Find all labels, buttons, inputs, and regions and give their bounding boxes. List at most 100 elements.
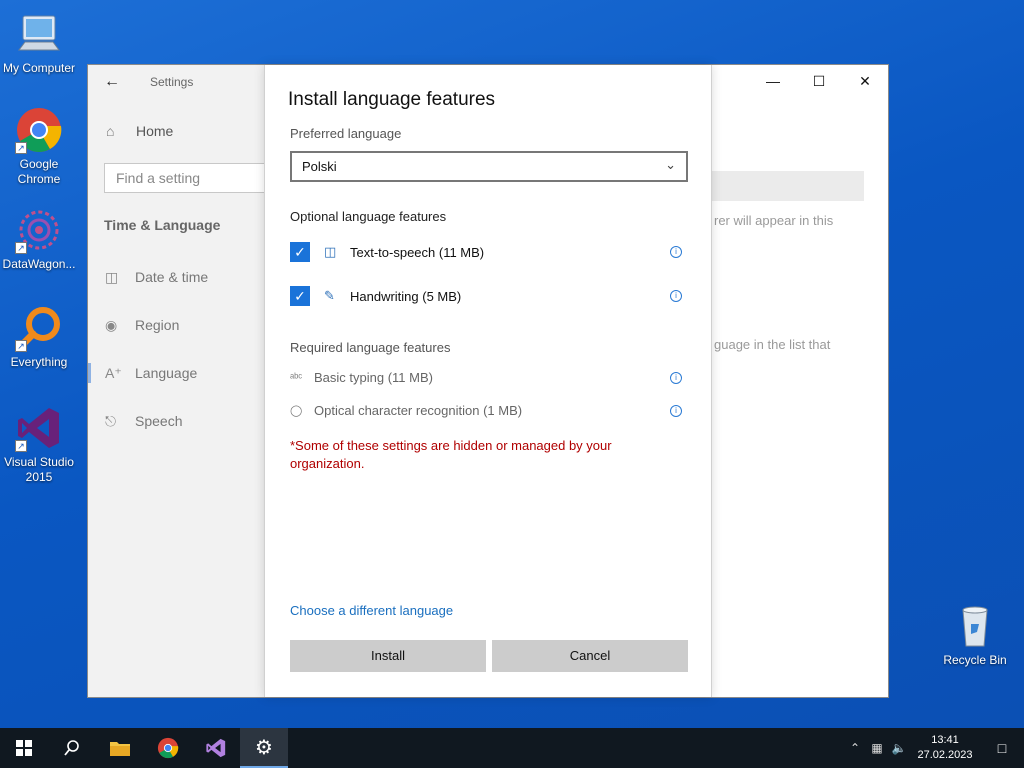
volume-icon[interactable]: 🔈	[888, 741, 910, 755]
globe-icon: ◉	[105, 316, 118, 333]
maximize-icon: ☐	[812, 72, 826, 89]
desktop-icon-label: Visual Studio 2015	[4, 455, 74, 484]
info-icon[interactable]: i	[670, 404, 682, 417]
search-placeholder: Find a setting	[116, 170, 201, 186]
chrome-icon	[157, 737, 179, 759]
network-icon[interactable]: ▦	[866, 741, 888, 755]
desktop-icon-visual-studio[interactable]: ↗ Visual Studio 2015	[0, 404, 78, 485]
install-button[interactable]: Install	[290, 640, 486, 672]
clock-date: 27.02.2023	[917, 749, 973, 761]
close-icon: ✕	[859, 72, 871, 89]
gear-icon: ⚙	[255, 736, 273, 759]
recycle-bin-icon	[951, 602, 999, 650]
optional-features-heading: Optional language features	[290, 209, 447, 224]
language-icon: A⁺	[105, 364, 122, 381]
required-features-heading: Required language features	[290, 340, 451, 355]
info-icon[interactable]: i	[670, 371, 682, 384]
info-icon[interactable]: i	[670, 246, 682, 258]
sidebar-item-region[interactable]: ◉ Region	[88, 301, 265, 349]
typing-abc-icon: ᵃᵇᶜ	[290, 371, 303, 384]
chevron-up-icon[interactable]: ⌃	[844, 741, 866, 755]
desktop-icon-recycle-bin[interactable]: Recycle Bin	[936, 602, 1014, 668]
desktop-icon-datawagon[interactable]: ↗ DataWagon...	[0, 206, 78, 272]
feature-label: Optical character recognition (1 MB)	[314, 403, 523, 418]
sidebar-item-date-time[interactable]: ◫ Date & time	[88, 253, 265, 301]
taskbar-clock[interactable]: 13:41 27.02.2023	[910, 733, 980, 763]
search-input[interactable]: Find a setting	[104, 163, 274, 193]
managed-settings-notice: *Some of these settings are hidden or ma…	[290, 438, 612, 471]
visual-studio-icon	[206, 738, 226, 758]
folder-icon	[110, 742, 130, 756]
settings-header: ← Settings	[88, 65, 265, 99]
clock-time: 13:41	[931, 734, 959, 746]
desktop-icon-label: Everything	[10, 355, 68, 369]
desktop-icon-label: Google Chrome	[17, 157, 61, 186]
everything-search-icon: ↗	[15, 304, 63, 352]
shortcut-arrow-icon: ↗	[15, 142, 27, 154]
close-button[interactable]: ✕	[842, 65, 888, 97]
computer-icon	[15, 10, 63, 58]
taskbar-file-explorer[interactable]	[96, 728, 144, 768]
back-arrow-icon[interactable]: ←	[104, 73, 134, 91]
desktop-icon-everything[interactable]: ↗ Everything	[0, 304, 78, 370]
system-tray: ⌃ ▦ 🔈 13:41 27.02.2023 □	[844, 728, 1024, 768]
cancel-button[interactable]: Cancel	[492, 640, 688, 672]
taskbar-chrome[interactable]	[144, 728, 192, 768]
feature-label: Text-to-speech (11 MB)	[350, 244, 485, 260]
sidebar-item-label: Date & time	[135, 269, 209, 285]
info-icon[interactable]: i	[670, 290, 682, 302]
preferred-language-select[interactable]: Polski ⌄	[290, 151, 688, 182]
text-to-speech-checkbox[interactable]: ✓	[290, 242, 310, 262]
desktop-icon-my-computer[interactable]: My Computer	[0, 10, 78, 76]
visual-studio-icon: ↗	[15, 404, 63, 452]
chrome-icon: ↗	[15, 106, 63, 154]
notification-icon[interactable]: □	[980, 740, 1024, 756]
settings-title: Settings	[150, 75, 194, 89]
search-button[interactable]	[48, 728, 96, 768]
sidebar-item-speech[interactable]: ⎋ Speech	[88, 397, 265, 445]
feature-basic-typing: ᵃᵇᶜ Basic typing (11 MB) i	[290, 370, 688, 385]
desktop-icon-google-chrome[interactable]: ↗ Google Chrome	[0, 106, 78, 187]
sidebar-item-label: Region	[135, 317, 180, 333]
taskbar-visual-studio[interactable]	[192, 728, 240, 768]
background-text: guage in the list that	[714, 337, 831, 352]
taskbar: ⚙ ⌃ ▦ 🔈 13:41 27.02.2023 □	[0, 728, 1024, 768]
feature-label: Handwriting (5 MB)	[350, 288, 462, 304]
home-icon: ⌂	[106, 123, 115, 139]
desktop-icon-label: My Computer	[2, 61, 76, 75]
dialog-title: Install language features	[288, 89, 496, 110]
sidebar-item-label: Speech	[135, 413, 183, 429]
start-button[interactable]	[0, 728, 48, 768]
preferred-language-value: Polski	[302, 159, 337, 174]
sidebar-item-label: Language	[135, 365, 198, 381]
background-bar	[712, 171, 864, 201]
background-text: rer will appear in this	[714, 213, 834, 228]
microphone-icon: ⎋	[105, 412, 117, 429]
desktop-icon-label: Recycle Bin	[943, 653, 1007, 667]
feature-ocr: ◯ Optical character recognition (1 MB) i	[290, 403, 688, 418]
chevron-down-icon: ⌄	[665, 157, 676, 172]
feature-label: Basic typing (11 MB)	[314, 370, 433, 385]
speech-bubble-icon: ◫	[324, 244, 337, 259]
handwriting-checkbox[interactable]: ✓	[290, 286, 310, 306]
handwriting-pen-icon: ✎	[324, 288, 335, 303]
taskbar-settings[interactable]: ⚙	[240, 728, 288, 768]
search-icon	[64, 740, 79, 756]
datawagon-icon: ↗	[15, 206, 63, 254]
windows-logo-icon	[16, 740, 32, 756]
minimize-icon: —	[766, 73, 780, 89]
minimize-button[interactable]: —	[750, 65, 796, 97]
ocr-camera-icon: ◯	[290, 405, 303, 417]
sidebar-item-home[interactable]: ⌂ Home	[88, 99, 265, 139]
maximize-button[interactable]: ☐	[796, 65, 842, 97]
feature-text-to-speech: ✓ ◫ Text-to-speech (11 MB) i	[290, 242, 688, 262]
sidebar-item-language[interactable]: A⁺ Language	[88, 349, 265, 397]
desktop-icon-label: DataWagon...	[2, 257, 76, 271]
feature-handwriting: ✓ ✎ Handwriting (5 MB) i	[290, 286, 688, 306]
sidebar-item-label: Home	[136, 123, 174, 139]
choose-different-language-link[interactable]: Choose a different language	[290, 603, 453, 618]
sidebar-section-title: Time & Language	[104, 217, 221, 233]
install-language-dialog: Install language features Preferred lang…	[264, 65, 712, 697]
calendar-icon: ◫	[105, 268, 119, 285]
shortcut-arrow-icon: ↗	[15, 242, 27, 254]
